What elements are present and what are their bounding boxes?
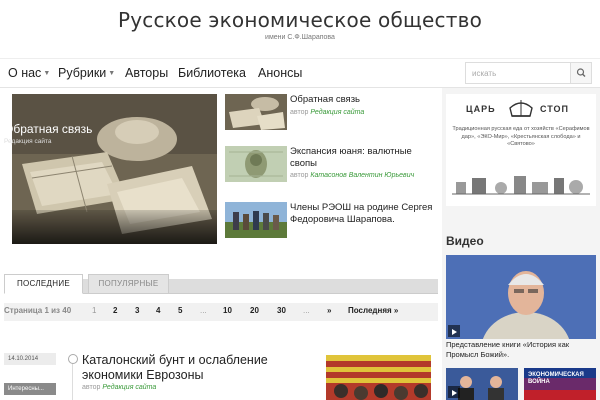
side-post-thumbnail[interactable] [225, 94, 287, 130]
search-box [465, 62, 592, 84]
video-image [446, 255, 596, 339]
ad-brand-left: ЦАРЬ [466, 104, 496, 114]
hero-caption-overlay [12, 210, 217, 244]
play-button[interactable] [448, 325, 460, 337]
article-title[interactable]: Каталонский бунт и ослабление экономики … [82, 353, 317, 383]
article-date: 14.10.2014 [4, 353, 56, 365]
side-post-title[interactable]: Обратная связь [290, 94, 440, 106]
video-caption[interactable]: Представление книги «История как Промысл… [446, 340, 596, 360]
nav-item-label: Рубрики [58, 66, 107, 80]
nav-item-about[interactable]: О нас ▼ [8, 66, 50, 80]
small-video-label: ЭКОНОМИЧЕСКАЯ ВОЙНА [528, 372, 584, 385]
small-video-thumbnail[interactable]: ЭКОНОМИЧЕСКАЯ ВОЙНА [524, 368, 596, 400]
hero-post-author[interactable]: Редакция сайта [4, 138, 51, 145]
small-video-thumbnail[interactable] [446, 368, 518, 400]
side-post-meta: автор Редакция сайта [290, 108, 364, 117]
author-prefix: автор [290, 172, 309, 179]
author-link[interactable]: Редакция сайта [310, 109, 364, 116]
nav-item-label: О нас [8, 66, 42, 80]
side-post-image [225, 202, 287, 238]
side-post-thumbnail[interactable] [225, 202, 287, 238]
side-post: Обратная связь автор Редакция сайта [225, 94, 440, 138]
page-last-link[interactable]: Последняя » [348, 306, 398, 315]
chevron-down-icon: ▼ [108, 70, 116, 77]
sidebar-ad-banner[interactable]: ЦАРЬ СТОП Традиционная русская еда от хо… [446, 94, 596, 206]
article-image [326, 355, 431, 400]
page-ellipsis: ... [200, 306, 207, 315]
nav-item-authors[interactable]: Авторы [125, 66, 168, 80]
side-post: Экспансия юаня: валютные свопы автор Кат… [225, 146, 440, 190]
play-icon [452, 390, 457, 396]
page-link-current: 1 [92, 306, 97, 315]
page-link[interactable]: 20 [250, 306, 259, 315]
search-icon [576, 68, 586, 77]
pagination: Страница 1 из 40 1 2 3 4 5 ... 10 20 30 … [4, 303, 438, 321]
side-post-title[interactable]: Члены РЭОШ на родине Сергея Федоровича Ш… [290, 202, 440, 226]
timeline-dot-icon [68, 354, 78, 364]
side-post: Члены РЭОШ на родине Сергея Федоровича Ш… [225, 202, 440, 246]
page-link[interactable]: 10 [223, 306, 232, 315]
nav-item-label: Анонсы [258, 66, 303, 80]
side-post-thumbnail[interactable] [225, 146, 287, 182]
article-thumbnail[interactable] [326, 355, 431, 400]
video-section-heading: Видео [446, 234, 484, 248]
nav-item-library[interactable]: Библиотека [178, 66, 246, 80]
nav-item-label: Библиотека [178, 66, 246, 80]
tab-popular[interactable]: ПОПУЛЯРНЫЕ [88, 274, 169, 294]
page-next-link[interactable]: » [327, 306, 331, 315]
nav-item-rubrics[interactable]: Рубрики ▼ [58, 66, 115, 80]
pagination-label: Страница 1 из 40 [4, 306, 72, 315]
page-link[interactable]: 30 [277, 306, 286, 315]
author-prefix: автор [290, 109, 309, 116]
side-post-title[interactable]: Экспансия юаня: валютные свопы [290, 146, 440, 170]
search-input[interactable] [466, 63, 570, 83]
ad-brand-right: СТОП [540, 104, 570, 114]
author-link[interactable]: Катасонов Валентин Юрьевич [310, 172, 414, 179]
nav-item-announcements[interactable]: Анонсы [258, 66, 302, 80]
page-link[interactable]: 5 [178, 306, 182, 315]
timeline-line [72, 360, 73, 400]
site-subtitle: имени С.Ф.Шарапова [265, 34, 335, 41]
site-title[interactable]: Русское экономическое общество [0, 8, 600, 32]
side-post-meta: автор Катасонов Валентин Юрьевич [290, 171, 414, 180]
page-ellipsis: ... [303, 306, 310, 315]
featured-video-thumbnail[interactable] [446, 255, 596, 339]
tab-latest[interactable]: ПОСЛЕДНИЕ [4, 274, 83, 294]
chevron-down-icon: ▼ [43, 70, 51, 77]
author-link[interactable]: Редакция сайта [102, 384, 156, 391]
author-prefix: автор [82, 384, 101, 391]
search-button[interactable] [570, 63, 591, 83]
side-post-image [225, 94, 287, 130]
page-link[interactable]: 2 [113, 306, 117, 315]
play-icon [452, 329, 457, 335]
site-header: Русское экономическое общество имени С.Ф… [0, 0, 600, 58]
side-post-image [225, 146, 287, 182]
nav-item-label: Авторы [125, 66, 169, 80]
featured-hero-post[interactable] [12, 94, 217, 244]
article-meta: автор Редакция сайта [82, 384, 156, 391]
page-link[interactable]: 4 [156, 306, 160, 315]
article-category[interactable]: Интересны... [4, 383, 56, 395]
main-navigation: О нас ▼ Рубрики ▼ Авторы Библиотека Анонсы [0, 58, 600, 88]
hero-post-title[interactable]: Обратная связь [4, 122, 92, 136]
page-link[interactable]: 3 [135, 306, 139, 315]
ad-description: Традиционная русская еда от хозяйств «Се… [452, 126, 590, 147]
play-button[interactable] [448, 386, 460, 398]
